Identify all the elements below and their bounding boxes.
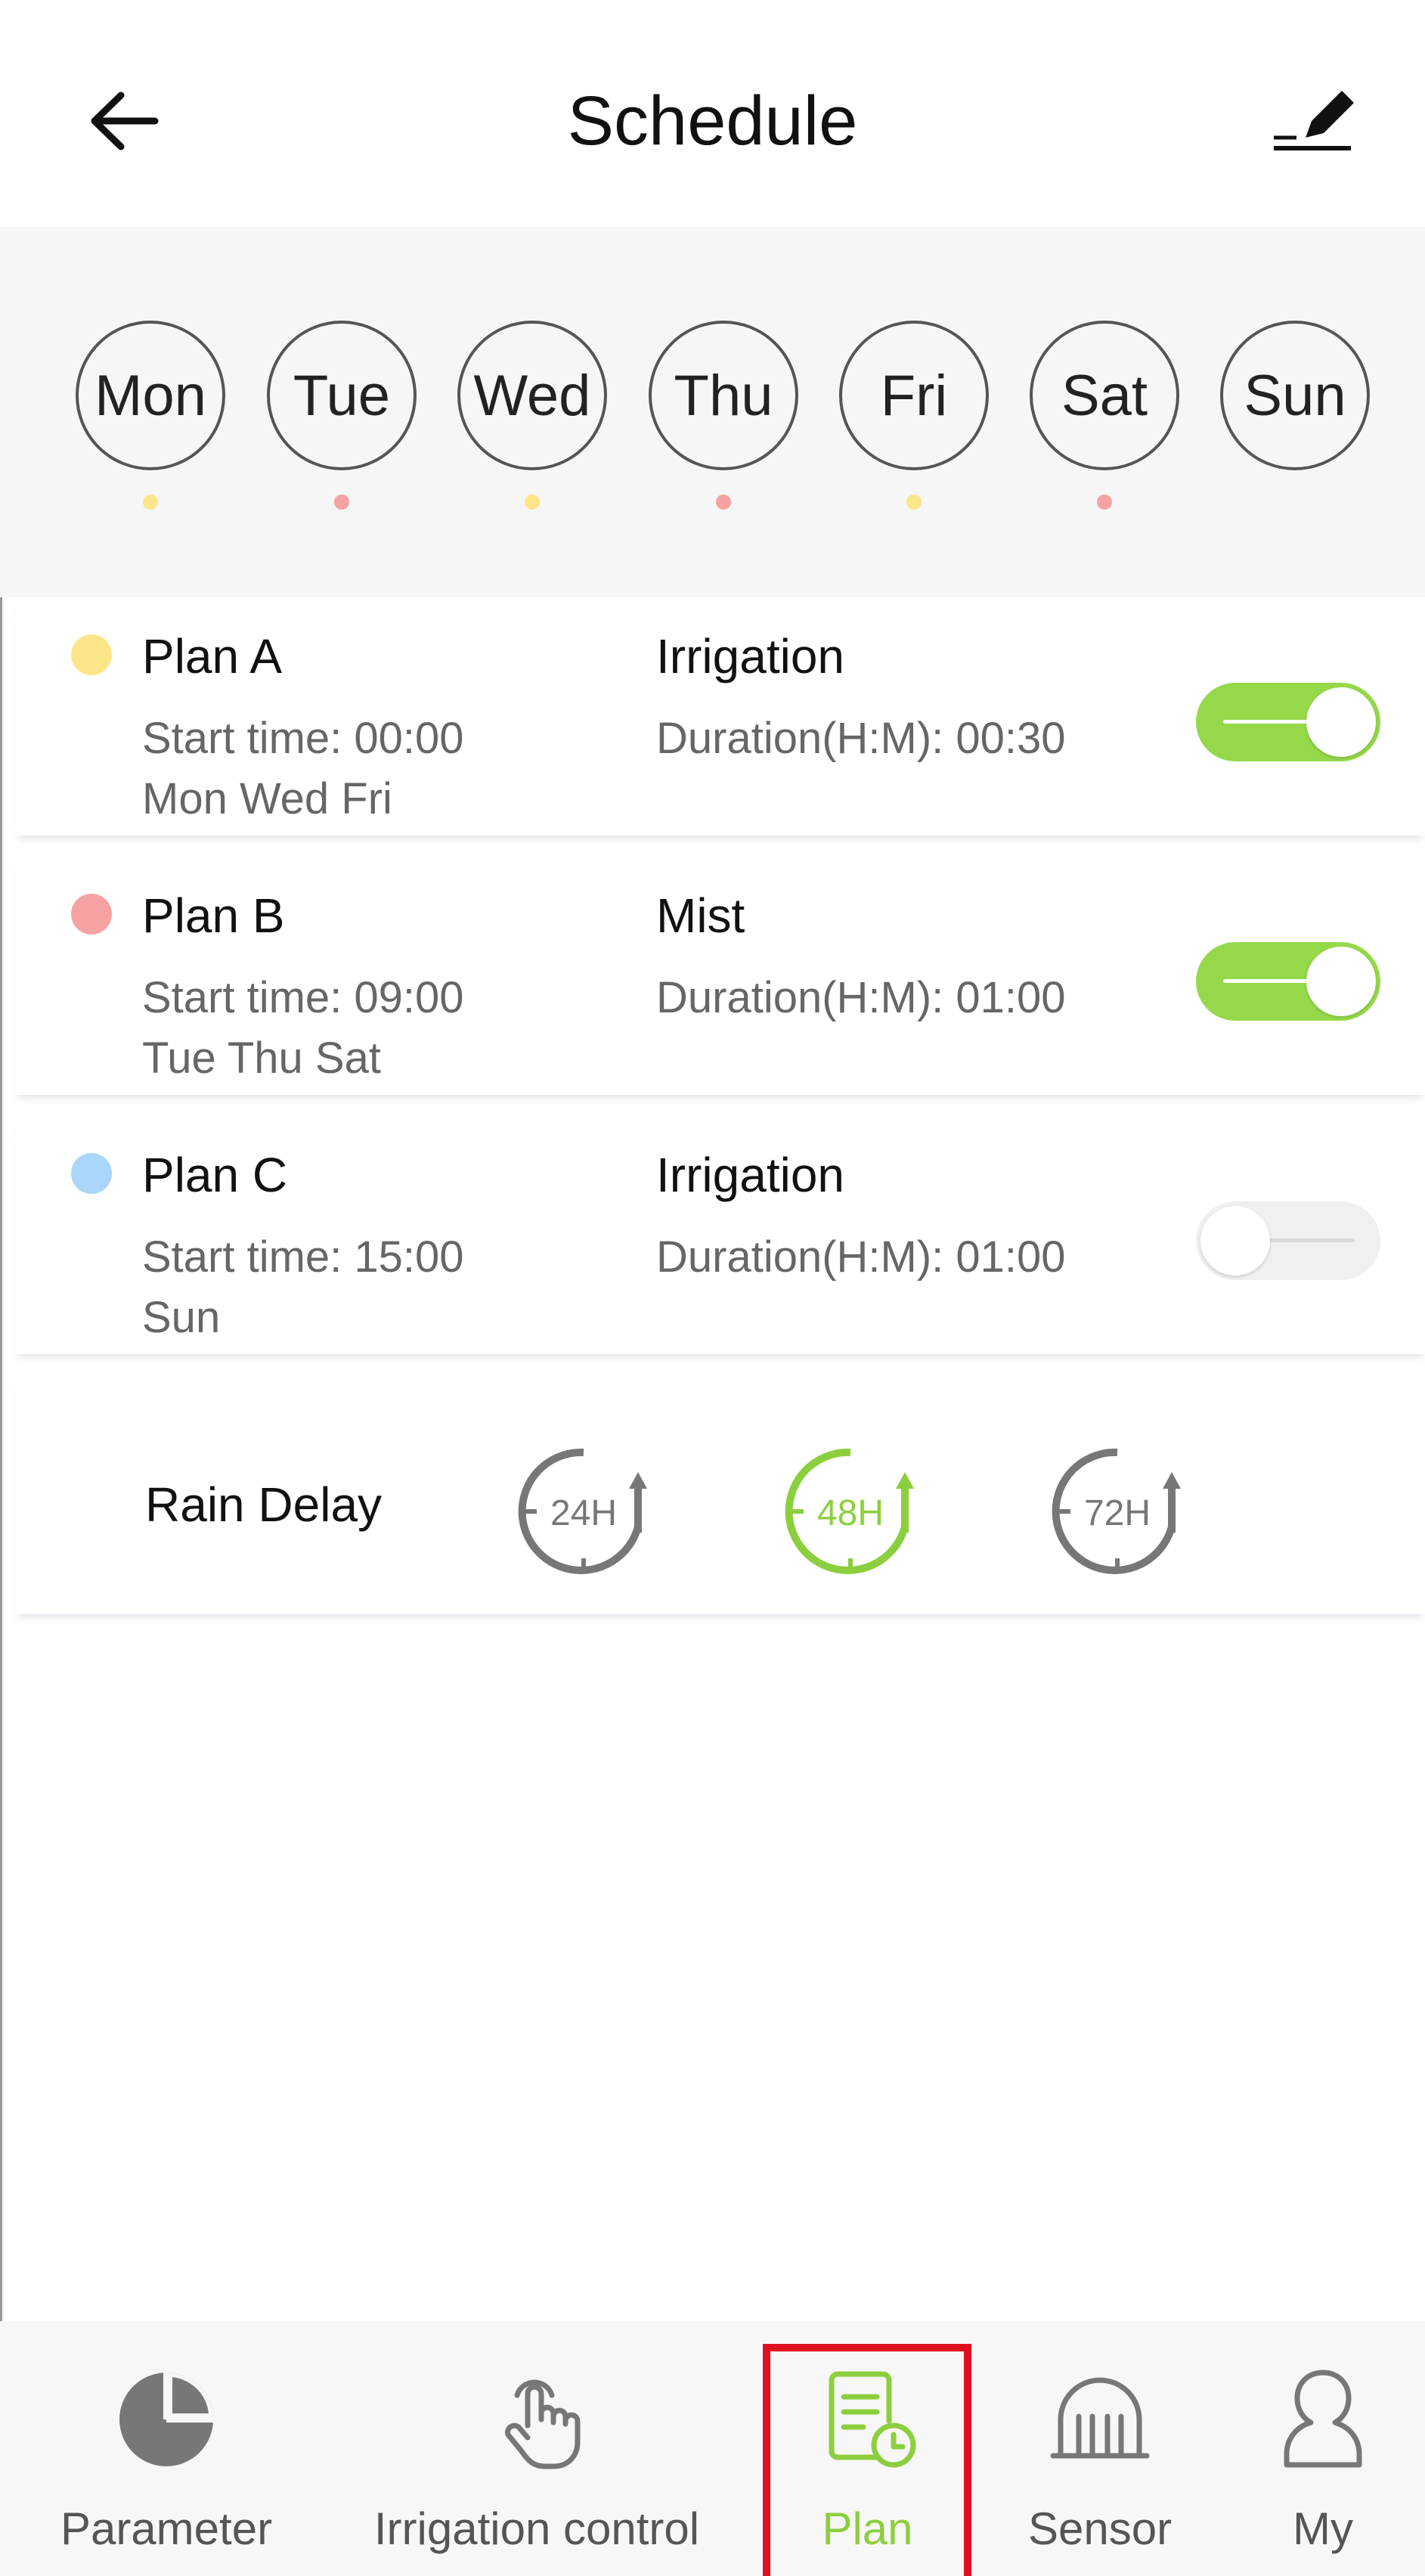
rain-delay-24h-button[interactable]: 24H [508, 1443, 659, 1579]
nav-label: Parameter [60, 2503, 273, 2554]
edit-button[interactable] [1266, 76, 1365, 166]
page-title: Schedule [567, 82, 858, 160]
day-thu[interactable]: Thu [649, 321, 798, 470]
plan-days: Sun [142, 1293, 221, 1342]
day-sat[interactable]: Sat [1030, 321, 1179, 470]
plan-mode: Irrigation [656, 1148, 844, 1202]
day-fri[interactable]: Fri [839, 321, 989, 470]
plan-toggle[interactable] [1196, 942, 1380, 1021]
plan-duration: Duration(H:M): 00:30 [656, 714, 1066, 763]
plan-mode: Irrigation [656, 629, 844, 684]
rain-delay-label: Rain Delay [145, 1477, 383, 1532]
rain-delay-48h-button[interactable]: 48H [775, 1443, 926, 1579]
nav-sensor[interactable]: Sensor [983, 2321, 1217, 2576]
hand-pointer-icon [505, 2379, 581, 2469]
rain-delay-icon: 48H [785, 1448, 914, 1574]
weekday-selector: Mon Tue Wed Thu Fri Sat Sun [0, 227, 1425, 597]
plan-start-time: Start time: 15:00 [142, 1232, 464, 1282]
nav-label: Sensor [1027, 2503, 1173, 2554]
plan-schedule-icon [829, 2371, 915, 2468]
nav-parameter[interactable]: Parameter [15, 2321, 318, 2576]
sensor-icon [1050, 2377, 1150, 2459]
nav-plan[interactable]: Plan [771, 2321, 964, 2576]
day-plan-dot [1097, 494, 1112, 510]
nav-label: My [1293, 2503, 1353, 2554]
edit-pencil-icon [1274, 91, 1354, 150]
nav-label: Plan [822, 2503, 913, 2554]
plan-name: Plan A [142, 629, 283, 684]
rain-delay-icon: 72H [1052, 1448, 1181, 1574]
user-icon [1284, 2370, 1362, 2468]
nav-my[interactable]: My [1225, 2321, 1421, 2576]
day-mon[interactable]: Mon [76, 321, 225, 470]
nav-irrigation-control[interactable]: Irrigation control [333, 2321, 741, 2576]
day-plan-dot [143, 494, 158, 510]
day-plan-dot [716, 494, 731, 510]
day-plan-dot [334, 494, 349, 510]
rain-delay-icon: 24H [518, 1448, 647, 1574]
pie-chart-icon [119, 2373, 213, 2466]
rain-delay-option-label: 72H [1084, 1493, 1151, 1533]
plan-card-a[interactable]: Plan A Irrigation Start time: 00:00 Dura… [15, 601, 1425, 835]
day-tue[interactable]: Tue [267, 321, 417, 470]
plan-color-dot [71, 634, 112, 675]
plan-card-b[interactable]: Plan B Mist Start time: 09:00 Duration(H… [15, 860, 1425, 1095]
day-wed[interactable]: Wed [457, 321, 607, 470]
header: Schedule [0, 0, 1425, 227]
plan-toggle[interactable] [1196, 683, 1380, 761]
plan-name: Plan C [142, 1148, 288, 1202]
plan-start-time: Start time: 09:00 [142, 973, 464, 1022]
plan-color-dot [71, 1153, 112, 1194]
plan-mode: Mist [656, 888, 745, 943]
nav-label: Irrigation control [373, 2503, 700, 2554]
bottom-navigation: Parameter Irrigation control Plan Sensor… [0, 2321, 1425, 2576]
plan-color-dot [71, 894, 112, 935]
rain-delay-72h-button[interactable]: 72H [1042, 1443, 1193, 1579]
plan-days: Tue Thu Sat [142, 1034, 381, 1083]
plan-duration: Duration(H:M): 01:00 [656, 1232, 1066, 1282]
rain-delay-panel: Rain Delay 24H 48H 72H [15, 1380, 1425, 1614]
day-sun[interactable]: Sun [1220, 321, 1370, 470]
rain-delay-option-label: 24H [550, 1493, 617, 1533]
day-plan-dot [525, 494, 540, 510]
plan-days: Mon Wed Fri [142, 774, 392, 823]
day-plan-dot [906, 494, 922, 510]
rain-delay-option-label: 48H [817, 1493, 884, 1533]
plan-card-c[interactable]: Plan C Irrigation Start time: 15:00 Dura… [15, 1120, 1425, 1354]
plan-start-time: Start time: 00:00 [142, 714, 464, 763]
plan-duration: Duration(H:M): 01:00 [656, 973, 1066, 1022]
plan-name: Plan B [142, 888, 285, 943]
plan-toggle[interactable] [1196, 1201, 1380, 1280]
